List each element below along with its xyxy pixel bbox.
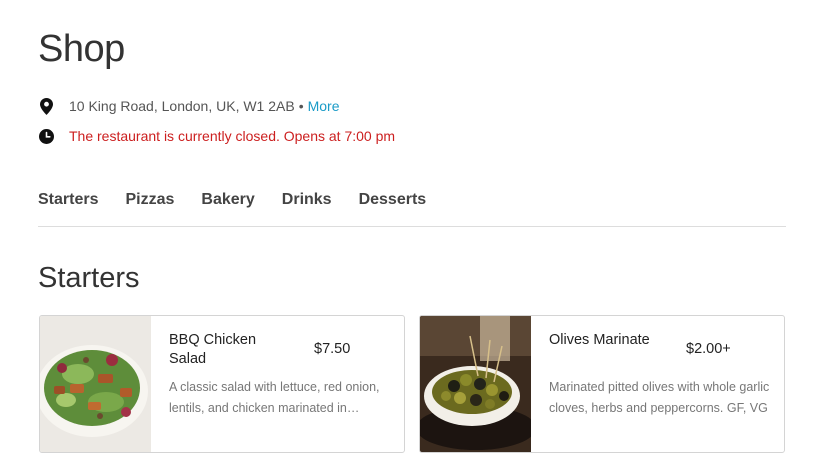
item-name: BBQ Chicken Salad bbox=[169, 332, 257, 367]
tab-desserts[interactable]: Desserts bbox=[359, 191, 427, 209]
clock-icon bbox=[38, 127, 54, 145]
item-price: $2.00+ bbox=[686, 341, 731, 357]
tab-bakery[interactable]: Bakery bbox=[201, 191, 254, 209]
separator: • bbox=[298, 98, 304, 114]
closed-status: The restaurant is currently closed. Open… bbox=[69, 128, 396, 144]
item-description: A classic salad with lettuce, red onion,… bbox=[169, 380, 380, 415]
more-link[interactable]: More bbox=[308, 98, 340, 114]
menu-item-card[interactable]: Olives Marinate $2.00+ Marinated pitted … bbox=[419, 315, 785, 453]
hours-row: The restaurant is currently closed. Open… bbox=[38, 127, 395, 145]
tab-starters[interactable]: Starters bbox=[38, 191, 98, 209]
olives-image bbox=[420, 316, 531, 452]
menu-item-card[interactable]: BBQ Chicken Salad $7.50 A classic salad … bbox=[39, 315, 405, 453]
item-name: Olives Marinate bbox=[549, 332, 650, 348]
item-price: $7.50 bbox=[314, 341, 351, 357]
shop-page: Shop 10 King Road, London, UK, W1 2AB • … bbox=[38, 0, 786, 463]
page-title: Shop bbox=[38, 28, 125, 70]
map-pin-icon bbox=[38, 97, 54, 115]
category-tabs: Starters Pizzas Bakery Drinks Desserts bbox=[38, 191, 453, 209]
address-row: 10 King Road, London, UK, W1 2AB • More bbox=[38, 97, 340, 115]
item-description: Marinated pitted olives with whole garli… bbox=[549, 380, 770, 415]
tabs-divider bbox=[38, 226, 786, 227]
section-title: Starters bbox=[38, 262, 140, 294]
salad-image bbox=[40, 316, 151, 452]
tab-drinks[interactable]: Drinks bbox=[282, 191, 332, 209]
address-text: 10 King Road, London, UK, W1 2AB bbox=[69, 98, 295, 114]
tab-pizzas[interactable]: Pizzas bbox=[125, 191, 174, 209]
